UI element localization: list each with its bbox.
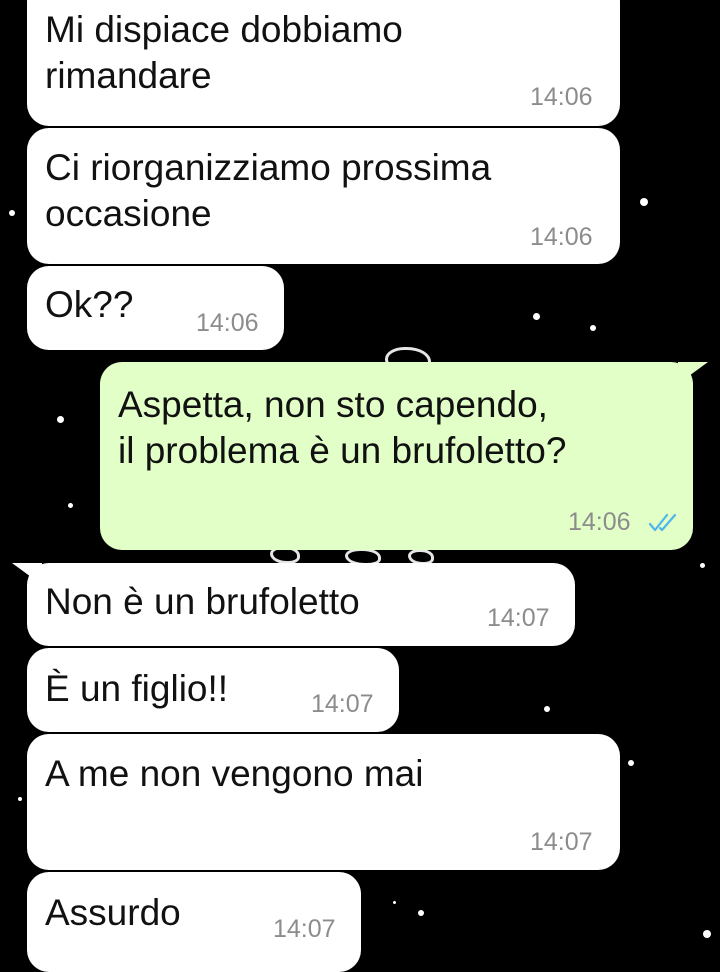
- message-timestamp: 14:06: [530, 223, 593, 251]
- double-check-icon: [648, 513, 677, 532]
- message-text: A me non vengono mai: [45, 753, 424, 794]
- message-text: Mi dispiace dobbiamo rimandare: [45, 9, 403, 96]
- wallpaper-star: [590, 325, 596, 331]
- message-text: Ok??: [45, 284, 134, 325]
- message-timestamp: 14:06: [530, 83, 593, 111]
- message-timestamp: 14:07: [311, 690, 374, 718]
- wallpaper-star: [68, 503, 73, 508]
- wallpaper-star: [628, 760, 634, 766]
- message-text: Non è un brufoletto: [45, 581, 360, 622]
- message-text: Assurdo: [45, 892, 181, 933]
- outgoing-message-bubble[interactable]: Aspetta, non sto capendo, il problema è …: [100, 362, 693, 550]
- wallpaper-star: [18, 797, 22, 801]
- incoming-message-bubble[interactable]: Ci riorganizziamo prossima occasione 14:…: [27, 128, 620, 264]
- wallpaper-star: [9, 210, 15, 216]
- wallpaper-star: [533, 313, 540, 320]
- wallpaper-star: [544, 706, 550, 712]
- message-text: Ci riorganizziamo prossima occasione: [45, 147, 492, 234]
- wallpaper-star: [700, 563, 705, 568]
- wallpaper-star: [418, 910, 424, 916]
- message-timestamp: 14:07: [530, 828, 593, 856]
- incoming-message-bubble[interactable]: Non è un brufoletto 14:07: [27, 563, 575, 646]
- message-timestamp: 14:06: [568, 508, 631, 536]
- message-timestamp: 14:06: [196, 309, 259, 337]
- incoming-message-bubble[interactable]: È un figlio!! 14:07: [27, 648, 399, 732]
- message-text: È un figlio!!: [45, 668, 229, 709]
- incoming-message-bubble[interactable]: Assurdo 14:07: [27, 872, 361, 972]
- incoming-message-bubble[interactable]: Mi dispiace dobbiamo rimandare 14:06: [27, 0, 620, 126]
- message-text: Aspetta, non sto capendo, il problema è …: [118, 384, 567, 471]
- wallpaper-star: [703, 930, 711, 938]
- incoming-message-bubble[interactable]: Ok?? 14:06: [27, 266, 284, 350]
- message-timestamp: 14:07: [273, 915, 336, 943]
- incoming-message-bubble[interactable]: A me non vengono mai 14:07: [27, 734, 620, 870]
- wallpaper-star: [57, 416, 64, 423]
- message-timestamp: 14:07: [487, 604, 550, 632]
- wallpaper-star: [393, 901, 396, 904]
- wallpaper-star: [640, 198, 648, 206]
